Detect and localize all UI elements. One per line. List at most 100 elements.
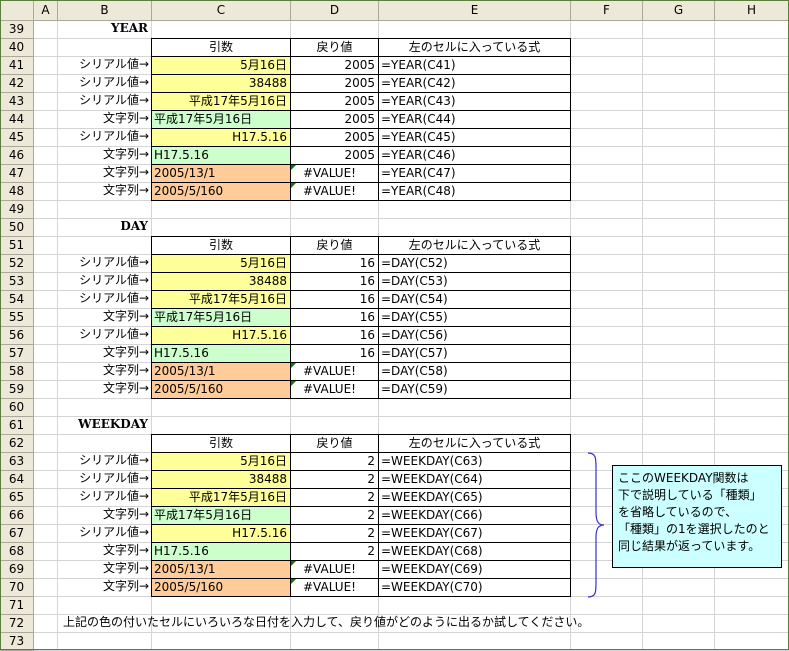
argument-cell[interactable]: 2005/5/160 bbox=[151, 182, 291, 201]
formula-cell[interactable]: =WEEKDAY(C65) bbox=[378, 488, 571, 507]
header-formula[interactable]: 左のセルに入っている式 bbox=[378, 38, 571, 57]
row-header[interactable]: 46 bbox=[0, 147, 34, 165]
return-value-cell[interactable]: #VALUE! bbox=[290, 164, 379, 183]
column-header-f[interactable]: F bbox=[571, 0, 643, 21]
row-header[interactable]: 52 bbox=[0, 255, 34, 273]
return-value-cell[interactable]: 2 bbox=[290, 488, 379, 507]
return-value-cell[interactable]: 2005 bbox=[290, 110, 379, 129]
argument-cell[interactable]: 2005/13/1 bbox=[151, 164, 291, 183]
row-header[interactable]: 51 bbox=[0, 237, 34, 255]
type-label[interactable]: 文字列→ bbox=[57, 542, 152, 561]
row-header[interactable]: 42 bbox=[0, 75, 34, 93]
type-label[interactable]: シリアル値→ bbox=[57, 272, 152, 291]
type-label[interactable]: 文字列→ bbox=[57, 578, 152, 597]
header-return[interactable]: 戻り値 bbox=[290, 236, 379, 255]
argument-cell[interactable]: 38488 bbox=[151, 272, 291, 291]
row-header[interactable]: 69 bbox=[0, 561, 34, 579]
formula-cell[interactable]: =WEEKDAY(C70) bbox=[378, 578, 571, 597]
return-value-cell[interactable]: 2 bbox=[290, 524, 379, 543]
argument-cell[interactable]: 5月16日 bbox=[151, 56, 291, 75]
argument-cell[interactable]: 2005/13/1 bbox=[151, 362, 291, 381]
return-value-cell[interactable]: #VALUE! bbox=[290, 182, 379, 201]
argument-cell[interactable]: 5月16日 bbox=[151, 452, 291, 471]
row-header[interactable]: 50 bbox=[0, 219, 34, 237]
argument-cell[interactable]: 平成17年5月16日 bbox=[151, 290, 291, 309]
column-header-e[interactable]: E bbox=[379, 0, 571, 21]
return-value-cell[interactable]: #VALUE! bbox=[290, 578, 379, 597]
column-header-d[interactable]: D bbox=[291, 0, 379, 21]
row-header[interactable]: 44 bbox=[0, 111, 34, 129]
argument-cell[interactable]: 2005/5/160 bbox=[151, 380, 291, 399]
column-header-b[interactable]: B bbox=[58, 0, 152, 21]
argument-cell[interactable]: H17.5.16 bbox=[151, 146, 291, 165]
return-value-cell[interactable]: 16 bbox=[290, 308, 379, 327]
argument-cell[interactable]: 2005/13/1 bbox=[151, 560, 291, 579]
formula-cell[interactable]: =DAY(C53) bbox=[378, 272, 571, 291]
type-label[interactable]: シリアル値→ bbox=[57, 524, 152, 543]
header-return[interactable]: 戻り値 bbox=[290, 38, 379, 57]
type-label[interactable]: シリアル値→ bbox=[57, 470, 152, 489]
section-title[interactable]: DAY bbox=[57, 218, 152, 237]
type-label[interactable]: 文字列→ bbox=[57, 182, 152, 201]
select-all-corner[interactable] bbox=[0, 0, 34, 21]
row-header[interactable]: 54 bbox=[0, 291, 34, 309]
argument-cell[interactable]: 平成17年5月16日 bbox=[151, 308, 291, 327]
argument-cell[interactable]: 38488 bbox=[151, 74, 291, 93]
formula-cell[interactable]: =DAY(C59) bbox=[378, 380, 571, 399]
type-label[interactable]: シリアル値→ bbox=[57, 452, 152, 471]
row-header[interactable]: 53 bbox=[0, 273, 34, 291]
header-formula[interactable]: 左のセルに入っている式 bbox=[378, 236, 571, 255]
formula-cell[interactable]: =DAY(C54) bbox=[378, 290, 571, 309]
formula-cell[interactable]: =DAY(C56) bbox=[378, 326, 571, 345]
return-value-cell[interactable]: 2005 bbox=[290, 92, 379, 111]
return-value-cell[interactable]: 16 bbox=[290, 290, 379, 309]
return-value-cell[interactable]: 16 bbox=[290, 254, 379, 273]
type-label[interactable]: シリアル値→ bbox=[57, 74, 152, 93]
argument-cell[interactable]: 38488 bbox=[151, 470, 291, 489]
formula-cell[interactable]: =DAY(C57) bbox=[378, 344, 571, 363]
instruction-text[interactable]: 上記の色の付いたセルにいろいろな日付を入力して、戻り値がどのように出るか試してく… bbox=[57, 614, 789, 633]
return-value-cell[interactable]: 2 bbox=[290, 470, 379, 489]
type-label[interactable]: 文字列→ bbox=[57, 380, 152, 399]
return-value-cell[interactable]: 2005 bbox=[290, 74, 379, 93]
formula-cell[interactable]: =WEEKDAY(C67) bbox=[378, 524, 571, 543]
type-label[interactable]: シリアル値→ bbox=[57, 56, 152, 75]
row-header[interactable]: 68 bbox=[0, 543, 34, 561]
section-title[interactable]: YEAR bbox=[57, 20, 152, 39]
row-header[interactable]: 71 bbox=[0, 597, 34, 615]
type-label[interactable]: 文字列→ bbox=[57, 344, 152, 363]
row-header[interactable]: 40 bbox=[0, 39, 34, 57]
type-label[interactable]: シリアル値→ bbox=[57, 290, 152, 309]
formula-cell[interactable]: =DAY(C52) bbox=[378, 254, 571, 273]
row-header[interactable]: 55 bbox=[0, 309, 34, 327]
column-header-h[interactable]: H bbox=[715, 0, 789, 21]
return-value-cell[interactable]: 2005 bbox=[290, 56, 379, 75]
formula-cell[interactable]: =YEAR(C46) bbox=[378, 146, 571, 165]
formula-cell[interactable]: =YEAR(C44) bbox=[378, 110, 571, 129]
row-header[interactable]: 43 bbox=[0, 93, 34, 111]
formula-cell[interactable]: =YEAR(C48) bbox=[378, 182, 571, 201]
formula-cell[interactable]: =YEAR(C42) bbox=[378, 74, 571, 93]
argument-cell[interactable]: 平成17年5月16日 bbox=[151, 506, 291, 525]
return-value-cell[interactable]: 2 bbox=[290, 542, 379, 561]
type-label[interactable]: 文字列→ bbox=[57, 146, 152, 165]
return-value-cell[interactable]: #VALUE! bbox=[290, 380, 379, 399]
argument-cell[interactable]: H17.5.16 bbox=[151, 524, 291, 543]
column-header-c[interactable]: C bbox=[152, 0, 291, 21]
formula-cell[interactable]: =YEAR(C47) bbox=[378, 164, 571, 183]
argument-cell[interactable]: H17.5.16 bbox=[151, 344, 291, 363]
return-value-cell[interactable]: 16 bbox=[290, 344, 379, 363]
type-label[interactable]: シリアル値→ bbox=[57, 128, 152, 147]
argument-cell[interactable]: H17.5.16 bbox=[151, 128, 291, 147]
type-label[interactable]: 文字列→ bbox=[57, 560, 152, 579]
header-arg[interactable]: 引数 bbox=[151, 236, 291, 255]
type-label[interactable]: シリアル値→ bbox=[57, 92, 152, 111]
header-arg[interactable]: 引数 bbox=[151, 38, 291, 57]
header-return[interactable]: 戻り値 bbox=[290, 434, 379, 453]
row-header[interactable]: 49 bbox=[0, 201, 34, 219]
argument-cell[interactable]: 平成17年5月16日 bbox=[151, 488, 291, 507]
formula-cell[interactable]: =WEEKDAY(C68) bbox=[378, 542, 571, 561]
return-value-cell[interactable]: 2005 bbox=[290, 146, 379, 165]
row-header[interactable]: 59 bbox=[0, 381, 34, 399]
row-header[interactable]: 41 bbox=[0, 57, 34, 75]
